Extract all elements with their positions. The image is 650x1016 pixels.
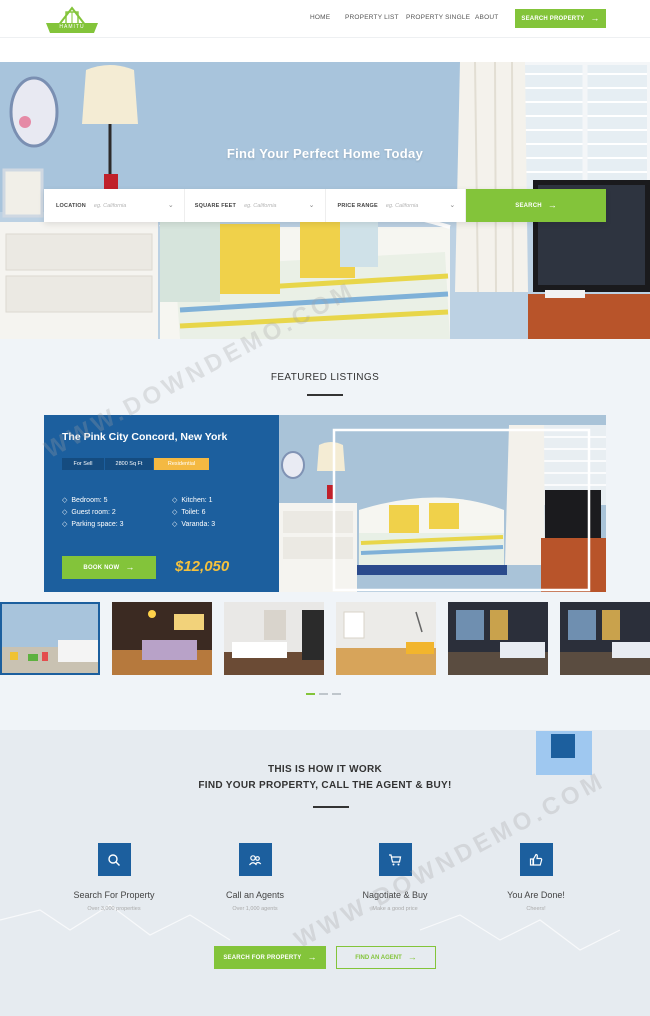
how-divider [313,806,349,808]
thumbnail-1[interactable] [0,602,100,675]
listing-tag-sale: For Sell [62,458,104,470]
thumbnail-6[interactable] [560,602,650,675]
thumbnail-3[interactable] [224,602,324,675]
step-title: Search For Property [73,890,155,900]
feature-guest-room-label: Guest room: 2 [71,508,116,516]
thumbnail-2[interactable] [112,602,212,675]
tag-icon: ◇ [172,521,178,528]
chevron-down-icon: ⌄ [167,202,174,209]
step-subtitle: Over 1,000 agents [232,906,278,912]
feature-kitchen: ◇ Kitchen: 1 [172,496,213,505]
step-search: Search For Property Over 3,000 propertie… [44,843,184,912]
tag-icon: ◇ [62,509,68,516]
thumbs-up-icon [519,843,553,876]
tag-icon: ◇ [172,509,178,516]
feature-varanda: ◇ Varanda: 3 [172,520,216,529]
arrow-right-icon: → [590,13,600,23]
listing-tag-size: 2800 Sq Ft [105,458,153,470]
arrow-right-icon: → [547,200,557,210]
search-property-button[interactable]: SEARCH PROPERTY → [515,9,606,28]
feature-bedroom: ◇ Bedroom: 5 [62,496,108,505]
book-now-label: BOOK NOW [83,564,120,571]
location-select[interactable]: LOCATION eg. California ⌄ [44,189,185,222]
site-header: HAMITU HOME PROPERTY LIST PROPERTY SINGL… [0,0,650,38]
carousel-dot[interactable] [306,693,315,695]
nav-home[interactable]: HOME [310,14,330,21]
hero-title: Find Your Perfect Home Today [226,146,424,161]
location-placeholder: eg. California [93,202,127,209]
listing-price: $12,050 [175,558,230,575]
step-subtitle: Cheers! [526,906,546,912]
search-button[interactable]: SEARCH → [466,189,606,222]
feature-varanda-label: Varanda: 3 [181,520,216,528]
book-now-button[interactable]: BOOK NOW → [62,556,156,579]
featured-divider [307,394,343,396]
listing-thumbnails [0,602,650,675]
featured-listing-card: The Pink City Concord, New York For Sell… [44,415,606,592]
property-search-bar: LOCATION eg. California ⌄ SQUARE FEET eg… [44,189,606,222]
step-subtitle: Over 3,000 properties [87,906,141,912]
carousel-dots [306,693,341,695]
feature-parking: ◇ Parking space: 3 [62,520,124,529]
find-an-agent-button[interactable]: FIND AN AGENT → [336,946,436,969]
logo-text: HAMITU [59,24,85,30]
feature-kitchen-label: Kitchen: 1 [181,496,213,504]
feature-toilet-label: Toilet: 6 [181,508,206,516]
carousel-dot[interactable] [332,693,341,695]
search-icon [97,843,131,876]
price-range-select[interactable]: PRICE RANGE eg. California ⌄ [326,189,467,222]
square-feet-label: SQUARE FEET [194,202,237,209]
featured-title: FEATURED LISTINGS [270,372,380,383]
users-icon [238,843,272,876]
step-title: You Are Done! [507,890,565,900]
arrow-right-icon: → [407,952,417,962]
arrow-right-icon: → [307,952,317,962]
chevron-down-icon: ⌄ [449,202,456,209]
step-title: Call an Agents [225,890,285,900]
how-title-line1: THIS IS HOW IT WORK [267,764,383,775]
arrow-right-icon: → [125,562,135,572]
step-call-agent: Call an Agents Over 1,000 agents [185,843,325,912]
price-range-placeholder: eg. California [385,202,419,209]
feature-bedroom-label: Bedroom: 5 [71,496,108,504]
find-an-agent-label: FIND AN AGENT [355,954,402,961]
listing-image[interactable] [279,415,606,592]
nav-about[interactable]: ABOUT [475,14,498,21]
search-property-label: SEARCH PROPERTY [521,15,585,22]
feature-guest-room: ◇ Guest room: 2 [62,508,116,517]
search-button-label: SEARCH [515,202,542,209]
tag-icon: ◇ [172,497,178,504]
listing-tag-type: Residential [154,458,209,470]
site-logo[interactable]: HAMITU [44,4,100,34]
location-label: LOCATION [56,202,86,209]
feature-toilet: ◇ Toilet: 6 [172,508,206,517]
square-feet-select[interactable]: SQUARE FEET eg. California ⌄ [185,189,326,222]
search-for-property-label: SEARCH FOR PROPERTY [223,954,302,961]
carousel-dot[interactable] [319,693,328,695]
square-feet-placeholder: eg. California [244,202,277,209]
chevron-down-icon: ⌄ [308,202,315,209]
price-range-label: PRICE RANGE [337,202,378,209]
thumbnail-5[interactable] [448,602,548,675]
nav-property-single[interactable]: PROPERTY SINGLE [406,14,470,21]
nav-property-list[interactable]: PROPERTY LIST [345,14,399,21]
decorative-square-inner [551,734,575,758]
feature-parking-label: Parking space: 3 [71,520,124,528]
thumbnail-4[interactable] [336,602,436,675]
tag-icon: ◇ [62,497,68,504]
tag-icon: ◇ [62,521,68,528]
